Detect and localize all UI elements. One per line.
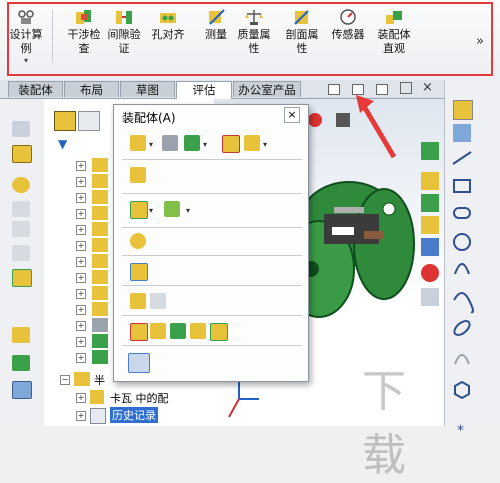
part-icon [92,222,108,236]
instant3d-icon[interactable] [128,353,150,373]
part-icon [92,174,108,188]
tab-sketch[interactable]: 草图 [120,81,175,97]
appearance-icon[interactable] [308,113,322,127]
appearances-icon[interactable] [421,264,439,282]
interference-icon[interactable] [130,323,148,341]
svg-text:*: * [457,423,464,439]
red-highlight-box [7,2,493,76]
close-window-icon[interactable]: × [422,80,433,95]
measure-icon[interactable] [190,323,206,339]
smart-fasteners-icon[interactable] [222,135,240,153]
insert-component-icon[interactable] [12,177,30,193]
scene-icon[interactable] [336,113,350,127]
reference-geometry-icon[interactable] [12,355,30,371]
popup-separator [122,255,302,256]
popup-separator [122,227,302,228]
watermark: 下载 [362,366,406,481]
split-view-icon[interactable] [352,84,364,95]
command-manager-tabs: 装配体 布局 草图 评估 办公室产品 × [0,80,500,99]
part-icon [92,158,108,172]
popup-separator [122,285,302,286]
home-icon[interactable] [421,172,439,190]
popup-separator [122,315,302,316]
assembly-toolbar-popup: 装配体(A) × ▾ ▾ ▾ ▾ ▾ [113,104,309,382]
tab-layout[interactable]: 布局 [64,81,119,97]
popup-separator [122,193,302,194]
custom-properties-icon[interactable] [421,288,439,306]
part-icon [92,206,108,220]
explode-line-sketch-icon[interactable] [150,293,166,309]
red-arrow-annotation [356,95,397,159]
part-icon [92,238,108,252]
linear-pattern-icon[interactable] [184,135,200,151]
part-icon [92,254,108,268]
restore-window-icon[interactable] [400,82,412,94]
right-sketch-toolbar: * [421,80,500,439]
tab-evaluate[interactable]: 评估 [176,81,232,99]
mate-group-icon [92,318,108,332]
file-explorer-icon[interactable] [421,216,439,234]
pattern-icon [92,350,108,364]
left-tool-strip [0,99,45,426]
tab-office-products[interactable]: 办公室产品 [233,81,301,97]
history-icon [90,408,106,424]
pattern-icon [92,334,108,348]
part-icon [92,302,108,316]
sketch-icon[interactable] [453,100,473,120]
mate-icon[interactable] [12,201,30,217]
move-component-icon[interactable] [12,121,30,137]
tree-row[interactable]: + 历史记录 [44,407,214,424]
cascade-view-icon[interactable] [376,84,388,95]
exploded-view-icon[interactable] [130,293,146,309]
tree-row[interactable]: + 卡瓦 中的配 [44,389,214,405]
design-library-icon[interactable] [421,194,439,212]
new-motion-study-icon[interactable] [130,233,146,249]
mate-icon[interactable] [162,135,178,151]
tile-view-icon[interactable] [328,84,340,95]
instant3d-icon[interactable] [12,381,32,399]
subassembly-icon [74,372,90,386]
show-hidden-components-icon[interactable] [130,167,146,183]
part-icon [90,390,104,404]
tree-item-label: 半 [94,374,105,387]
feature-manager-tab-icon[interactable] [54,111,76,131]
linear-pattern-icon[interactable] [12,221,30,237]
popup-title: 装配体(A) [122,111,176,125]
clearance-icon[interactable] [150,323,166,339]
bill-of-materials-icon[interactable] [130,263,148,281]
view-palette-icon[interactable] [421,238,439,256]
popup-title-bar: 装配体(A) × [114,105,308,127]
move-component-icon[interactable] [244,135,260,151]
show-hidden-icon[interactable] [12,269,32,287]
insert-component-icon[interactable] [130,135,146,151]
smart-fasteners-icon[interactable] [12,245,30,261]
tree-item-label: 卡瓦 中的配 [110,392,169,405]
assembly-features-icon[interactable] [12,327,30,343]
sketch-tools-icons: * [452,151,475,439]
property-manager-tab-icon[interactable] [78,111,100,131]
part-icon [92,190,108,204]
reference-geometry-icon[interactable] [164,201,180,217]
popup-separator [122,345,302,346]
popup-close-button[interactable]: × [284,107,300,123]
part-icon [92,286,108,300]
component-icon[interactable] [12,145,32,163]
assembly-features-icon[interactable] [130,201,148,219]
smart-dimension-icon[interactable] [453,124,471,142]
hole-align-icon[interactable] [170,323,186,339]
tab-assembly[interactable]: 装配体 [8,81,63,97]
tree-item-label-selected: 历史记录 [110,407,158,423]
mass-properties-icon[interactable] [210,323,228,341]
part-icon [92,270,108,284]
task-pane-icon[interactable] [421,142,439,160]
popup-separator [122,159,302,160]
filter-icon[interactable]: ▼ [58,137,67,151]
